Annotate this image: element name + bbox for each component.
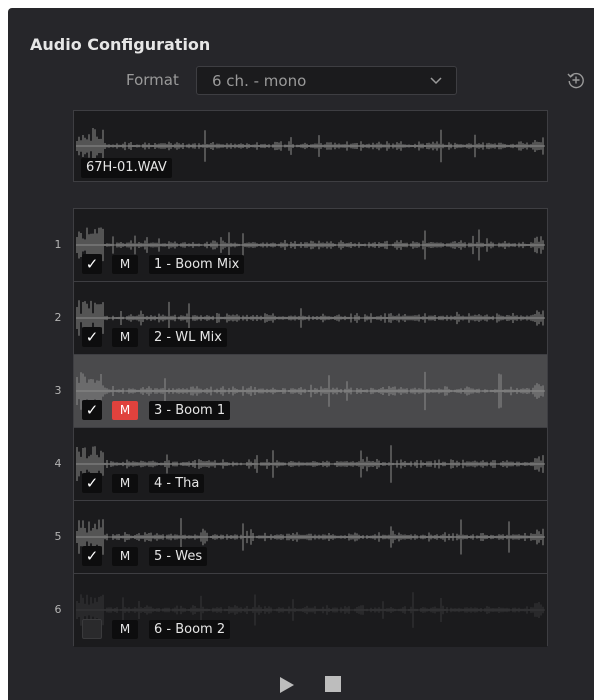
- format-dropdown[interactable]: 6 ch. - mono: [196, 66, 457, 95]
- track-label: 3 - Boom 1: [149, 401, 231, 420]
- track-list: 1 ✓ M 1 - Boom Mix 2 ✓ M 2 - WL Mix 3 ✓ M 3 - Boom …: [55, 208, 548, 647]
- track-enable-checkbox[interactable]: ✓: [82, 400, 102, 420]
- waveform: [76, 300, 545, 336]
- track-number: 5: [54, 530, 62, 543]
- mute-button[interactable]: M: [112, 255, 138, 274]
- mute-button[interactable]: M: [112, 401, 138, 420]
- track-enable-checkbox[interactable]: [82, 619, 102, 639]
- track-row[interactable]: 5 ✓ M 5 - Wes: [55, 501, 547, 574]
- play-icon[interactable]: [279, 676, 295, 694]
- stop-icon[interactable]: [325, 676, 341, 692]
- mute-button[interactable]: M: [112, 620, 138, 639]
- format-label: Format: [126, 71, 179, 89]
- track-row[interactable]: 4 ✓ M 4 - Tha: [55, 428, 547, 501]
- track-label: 2 - WL Mix: [149, 328, 227, 347]
- track-number: 1: [54, 238, 62, 251]
- mute-button[interactable]: M: [112, 328, 138, 347]
- track-number: 4: [54, 457, 62, 470]
- reset-history-icon[interactable]: [566, 70, 586, 90]
- master-clip-waveform[interactable]: 67H-01.WAV: [73, 110, 548, 182]
- track-number: 3: [54, 384, 62, 397]
- track-row[interactable]: 2 ✓ M 2 - WL Mix: [55, 282, 547, 355]
- format-value: 6 ch. - mono: [212, 72, 307, 90]
- waveform: [76, 371, 545, 411]
- track-label: 1 - Boom Mix: [149, 255, 245, 274]
- track-enable-checkbox[interactable]: ✓: [82, 546, 102, 566]
- track-enable-checkbox[interactable]: ✓: [82, 254, 102, 274]
- track-number: 2: [54, 311, 62, 324]
- track-row[interactable]: 6 M 6 - Boom 2: [55, 574, 547, 647]
- track-number: 6: [54, 603, 62, 616]
- track-label: 5 - Wes: [149, 547, 208, 566]
- track-enable-checkbox[interactable]: ✓: [82, 473, 102, 493]
- audio-configuration-panel: Audio Configuration Format 6 ch. - mono …: [8, 8, 594, 700]
- track-row[interactable]: 3 ✓ M 3 - Boom 1: [55, 355, 547, 428]
- mute-button[interactable]: M: [112, 547, 138, 566]
- track-enable-checkbox[interactable]: ✓: [82, 327, 102, 347]
- track-label: 4 - Tha: [149, 474, 205, 493]
- track-row[interactable]: 1 ✓ M 1 - Boom Mix: [55, 209, 547, 282]
- waveform: [76, 592, 545, 628]
- master-clip-label: 67H-01.WAV: [81, 158, 172, 178]
- panel-title: Audio Configuration: [30, 35, 211, 54]
- waveform: [76, 445, 545, 483]
- waveform: [76, 227, 545, 263]
- chevron-down-icon: [430, 77, 442, 85]
- mute-button[interactable]: M: [112, 474, 138, 493]
- waveform: [76, 518, 545, 556]
- track-label: 6 - Boom 2: [149, 620, 231, 639]
